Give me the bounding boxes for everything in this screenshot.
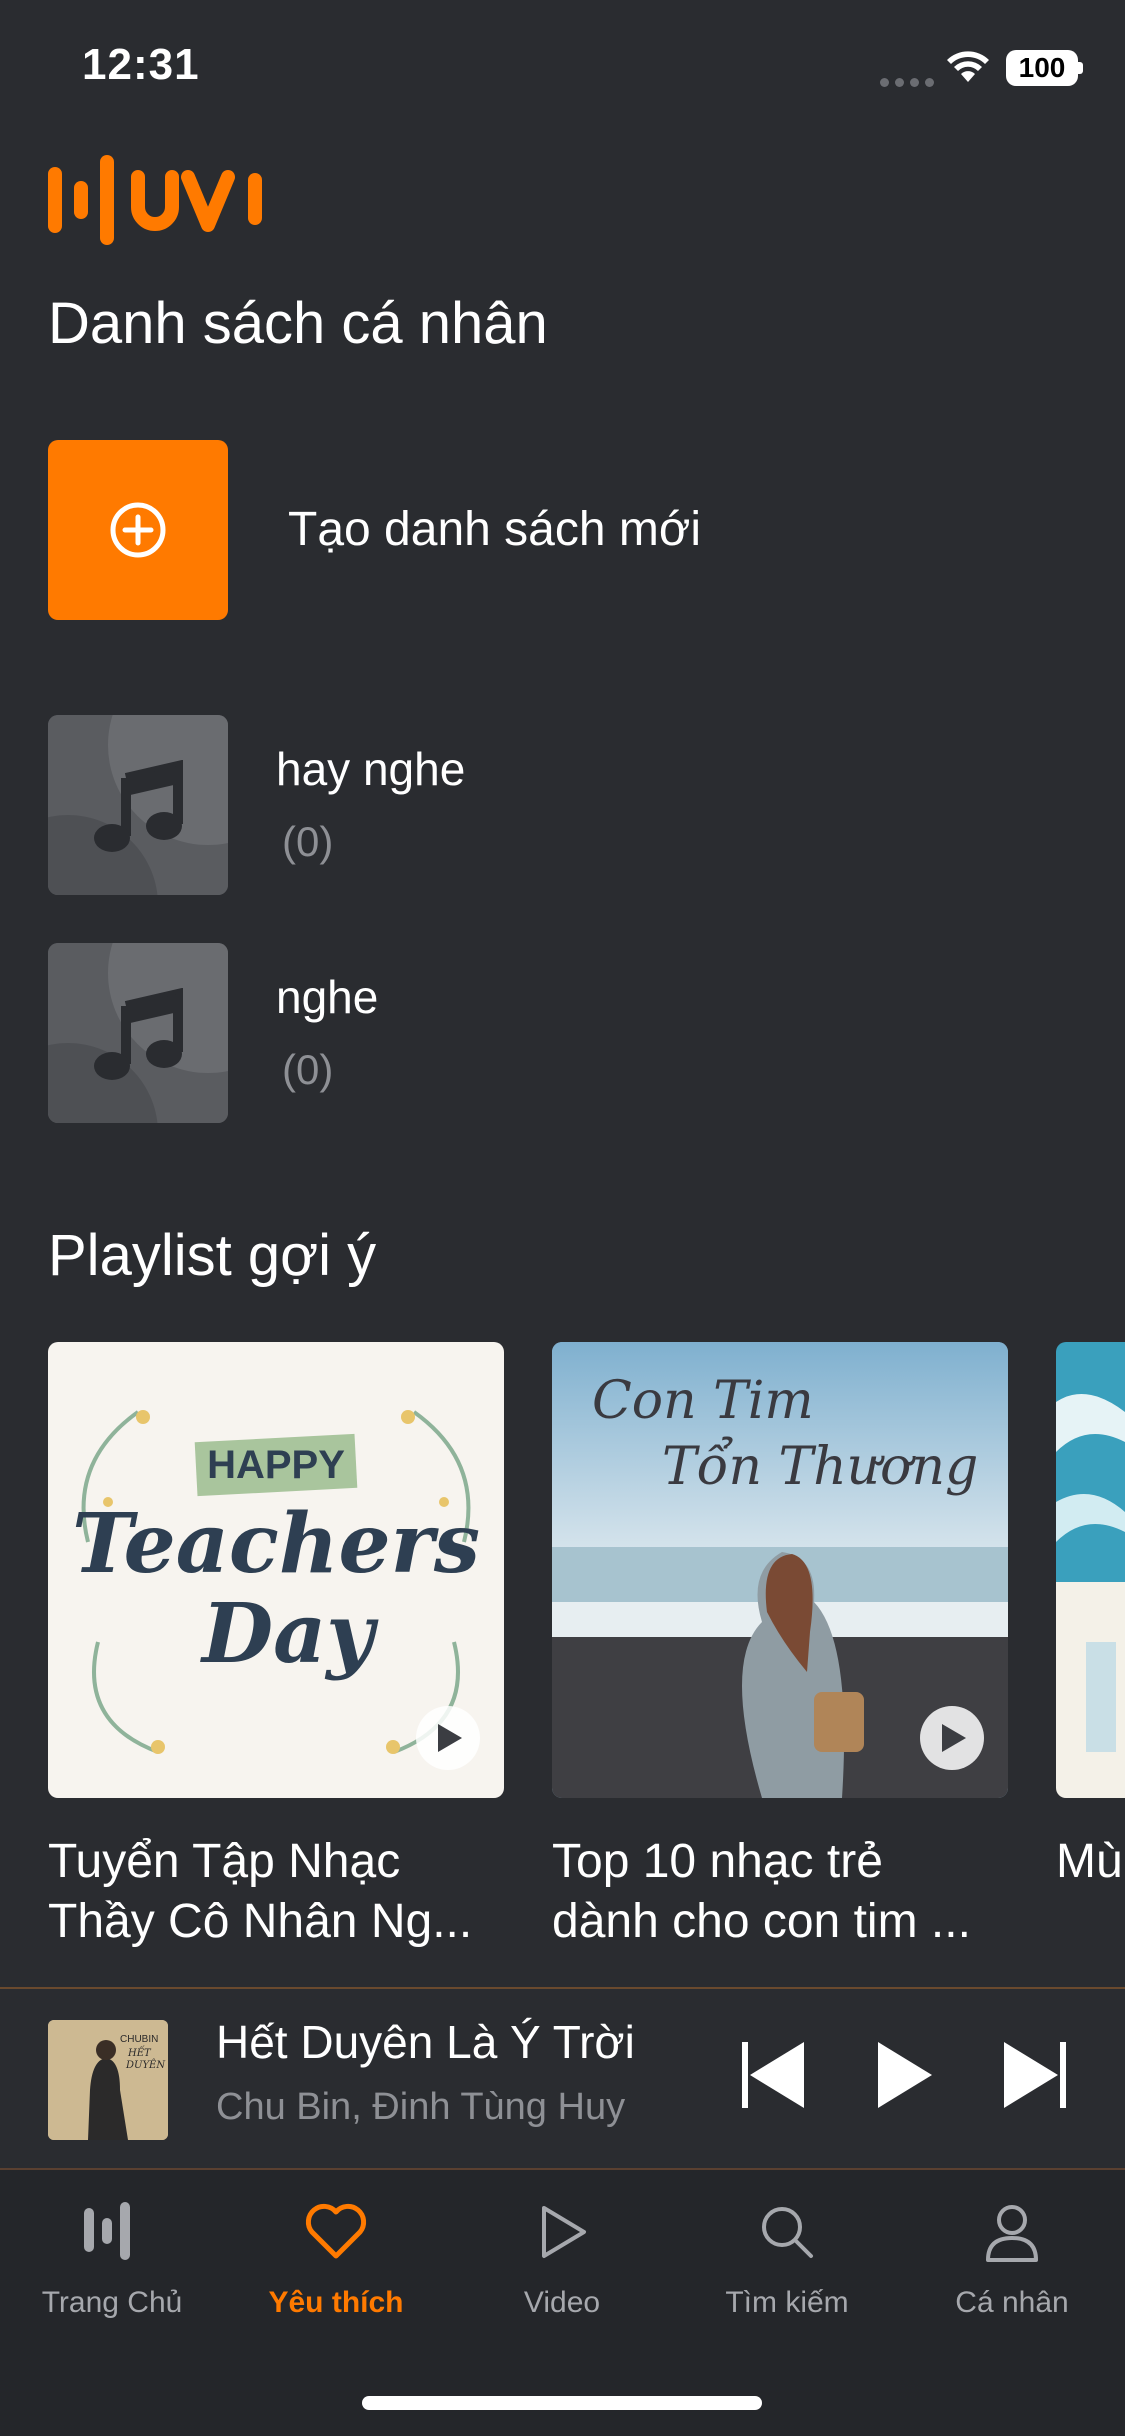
playlist-thumbnail[interactable]	[48, 943, 228, 1123]
next-icon	[1004, 2042, 1066, 2108]
tab-search[interactable]: Tìm kiếm	[677, 2200, 897, 2320]
plus-circle-icon	[110, 502, 166, 558]
cover-art-text: HẾT	[127, 2046, 152, 2059]
heart-icon	[305, 2203, 367, 2259]
card-title-line: Tuyển Tập Nhạc	[48, 1835, 401, 1888]
playlist-thumbnail[interactable]	[48, 715, 228, 895]
wifi-icon	[946, 48, 990, 89]
muvi-logo	[48, 155, 288, 250]
now-playing-title[interactable]: Hết Duyên Là Ý Trời	[216, 2015, 635, 2069]
search-icon	[762, 2207, 813, 2258]
playlist-name[interactable]: hay nghe	[276, 742, 465, 796]
battery-tip	[1078, 62, 1083, 74]
home-bars-icon	[84, 2202, 130, 2260]
tab-home[interactable]: Trang Chủ	[2, 2200, 222, 2320]
music-note-icon	[94, 988, 183, 1080]
playlist-name[interactable]: nghe	[276, 970, 378, 1024]
card-art-text: HAPPY	[207, 1443, 345, 1487]
create-playlist-button[interactable]	[48, 440, 228, 620]
playlist-card-title[interactable]: Tuyển Tập Nhạc Thầy Cô Nhân Ng...	[48, 1832, 518, 1952]
next-track-button[interactable]	[1004, 2040, 1066, 2115]
play-icon	[942, 1724, 966, 1752]
card-play-button[interactable]	[920, 1706, 984, 1770]
tab-video[interactable]: Video	[452, 2200, 672, 2320]
previous-track-button[interactable]	[742, 2040, 804, 2115]
card-title-line: dành cho con tim ...	[552, 1895, 971, 1948]
person-icon	[986, 2205, 1038, 2262]
tab-label: Trang Chủ	[41, 2286, 183, 2319]
tab-label: Tìm kiếm	[725, 2286, 849, 2319]
personal-playlists-title: Danh sách cá nhân	[48, 291, 548, 356]
playlist-count: (0)	[282, 818, 334, 865]
card-title-line: Mù	[1056, 1835, 1123, 1888]
now-playing-cover[interactable]: CHUBIN HẾT DUYÊN	[48, 2020, 168, 2140]
battery-indicator: 100	[1006, 50, 1078, 86]
play-outline-icon	[542, 2206, 586, 2258]
play-button[interactable]	[876, 2040, 934, 2115]
suggested-playlists-title: Playlist gợi ý	[48, 1223, 377, 1288]
tab-label: Video	[523, 2286, 601, 2319]
card-play-button[interactable]	[416, 1706, 480, 1770]
play-icon	[438, 1724, 462, 1752]
tab-label: Yêu thích	[268, 2286, 404, 2319]
create-playlist-label[interactable]: Tạo danh sách mới	[288, 502, 701, 557]
playlist-card-cover[interactable]	[1056, 1342, 1125, 1798]
playlist-count: (0)	[282, 1046, 334, 1093]
signal-dots-icon	[880, 74, 940, 92]
playlist-card-title[interactable]: Mù	[1056, 1832, 1125, 1892]
tab-favorites[interactable]: Yêu thích	[226, 2200, 446, 2320]
card-title-line: Thầy Cô Nhân Ng...	[48, 1895, 473, 1948]
card-art-text: Con Tim	[592, 1371, 814, 1431]
card-art-text: Tổn Thương	[662, 1437, 978, 1497]
card-art-text: Day	[200, 1586, 379, 1682]
home-indicator[interactable]	[362, 2396, 762, 2410]
music-note-icon	[94, 760, 183, 852]
card-title-line: Top 10 nhạc trẻ	[552, 1835, 883, 1888]
tab-profile[interactable]: Cá nhân	[902, 2200, 1122, 2320]
cover-art-text: CHUBIN	[120, 2034, 158, 2045]
cover-art-text: DUYÊN	[125, 2059, 166, 2071]
tab-label: Cá nhân	[955, 2286, 1069, 2319]
play-icon	[878, 2042, 932, 2108]
now-playing-artist: Chu Bin, Đinh Tùng Huy	[216, 2086, 626, 2128]
card-art-text: Teachers	[72, 1496, 480, 1592]
playlist-card-cover[interactable]: Con Tim Tổn Thương	[552, 1342, 1008, 1798]
playlist-card-title[interactable]: Top 10 nhạc trẻ dành cho con tim ...	[552, 1832, 1022, 1952]
status-time: 12:31	[82, 40, 200, 89]
mini-player-progress-line	[0, 1987, 1125, 1989]
playlist-card-cover[interactable]: HAPPY Teachers Day	[48, 1342, 504, 1798]
previous-icon	[742, 2042, 804, 2108]
